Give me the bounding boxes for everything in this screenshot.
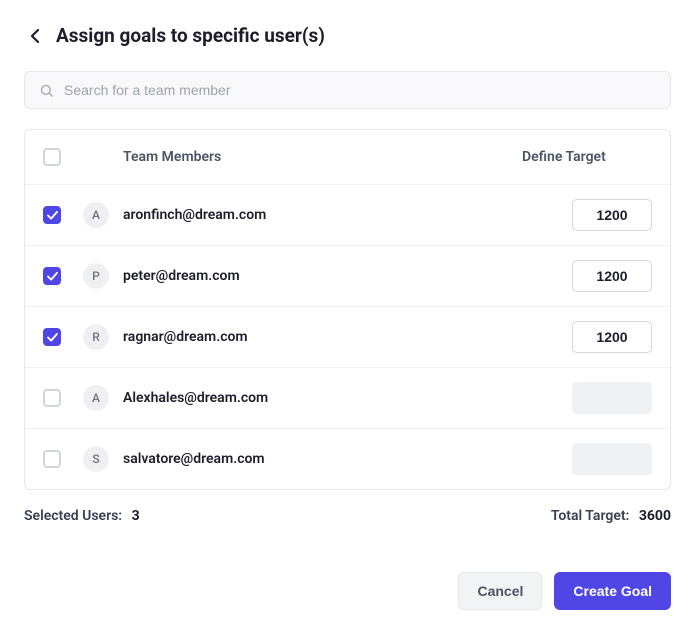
row-checkbox[interactable] (43, 206, 61, 224)
avatar: R (83, 324, 109, 350)
chevron-left-icon (30, 29, 39, 43)
row-checkbox[interactable] (43, 328, 61, 346)
table-row: Rragnar@dream.com (25, 306, 670, 367)
row-checkbox[interactable] (43, 389, 61, 407)
page-header: Assign goals to specific user(s) (24, 24, 671, 47)
table-row: Ssalvatore@dream.com (25, 428, 670, 489)
search-icon (39, 83, 54, 98)
selected-users: Selected Users: 3 (24, 508, 140, 524)
total-target-label: Total Target: (551, 508, 630, 524)
target-input[interactable] (572, 260, 652, 292)
member-email: aronfinch@dream.com (123, 207, 522, 223)
search-field[interactable] (24, 71, 671, 109)
selected-users-label: Selected Users: (24, 508, 122, 524)
search-input[interactable] (64, 82, 656, 98)
create-goal-button[interactable]: Create Goal (554, 572, 671, 610)
page-title: Assign goals to specific user(s) (56, 24, 325, 47)
target-input-disabled (572, 382, 652, 414)
avatar: P (83, 263, 109, 289)
total-target: Total Target: 3600 (551, 508, 671, 524)
target-input[interactable] (572, 321, 652, 353)
total-target-value: 3600 (639, 508, 671, 524)
cancel-button[interactable]: Cancel (458, 572, 542, 610)
table-row: Aaronfinch@dream.com (25, 184, 670, 245)
member-email: peter@dream.com (123, 268, 522, 284)
avatar: S (83, 446, 109, 472)
target-input-disabled (572, 443, 652, 475)
table-row: Ppeter@dream.com (25, 245, 670, 306)
table-header: Team Members Define Target (25, 130, 670, 184)
table-row: A Alexhales@dream.com (25, 367, 670, 428)
select-all-checkbox[interactable] (43, 148, 61, 166)
members-table: Team Members Define Target Aaronfinch@dr… (24, 129, 671, 490)
back-button[interactable] (24, 26, 44, 46)
avatar: A (83, 385, 109, 411)
member-email: ragnar@dream.com (123, 329, 522, 345)
member-email: Alexhales@dream.com (123, 390, 522, 406)
row-checkbox[interactable] (43, 450, 61, 468)
avatar: A (83, 202, 109, 228)
member-email: salvatore@dream.com (123, 451, 522, 467)
footer-actions: Cancel Create Goal (24, 572, 671, 610)
summary-bar: Selected Users: 3 Total Target: 3600 (24, 508, 671, 524)
column-header-members: Team Members (123, 149, 522, 165)
target-input[interactable] (572, 199, 652, 231)
row-checkbox[interactable] (43, 267, 61, 285)
column-header-target: Define Target (522, 149, 652, 165)
selected-users-value: 3 (132, 508, 140, 524)
